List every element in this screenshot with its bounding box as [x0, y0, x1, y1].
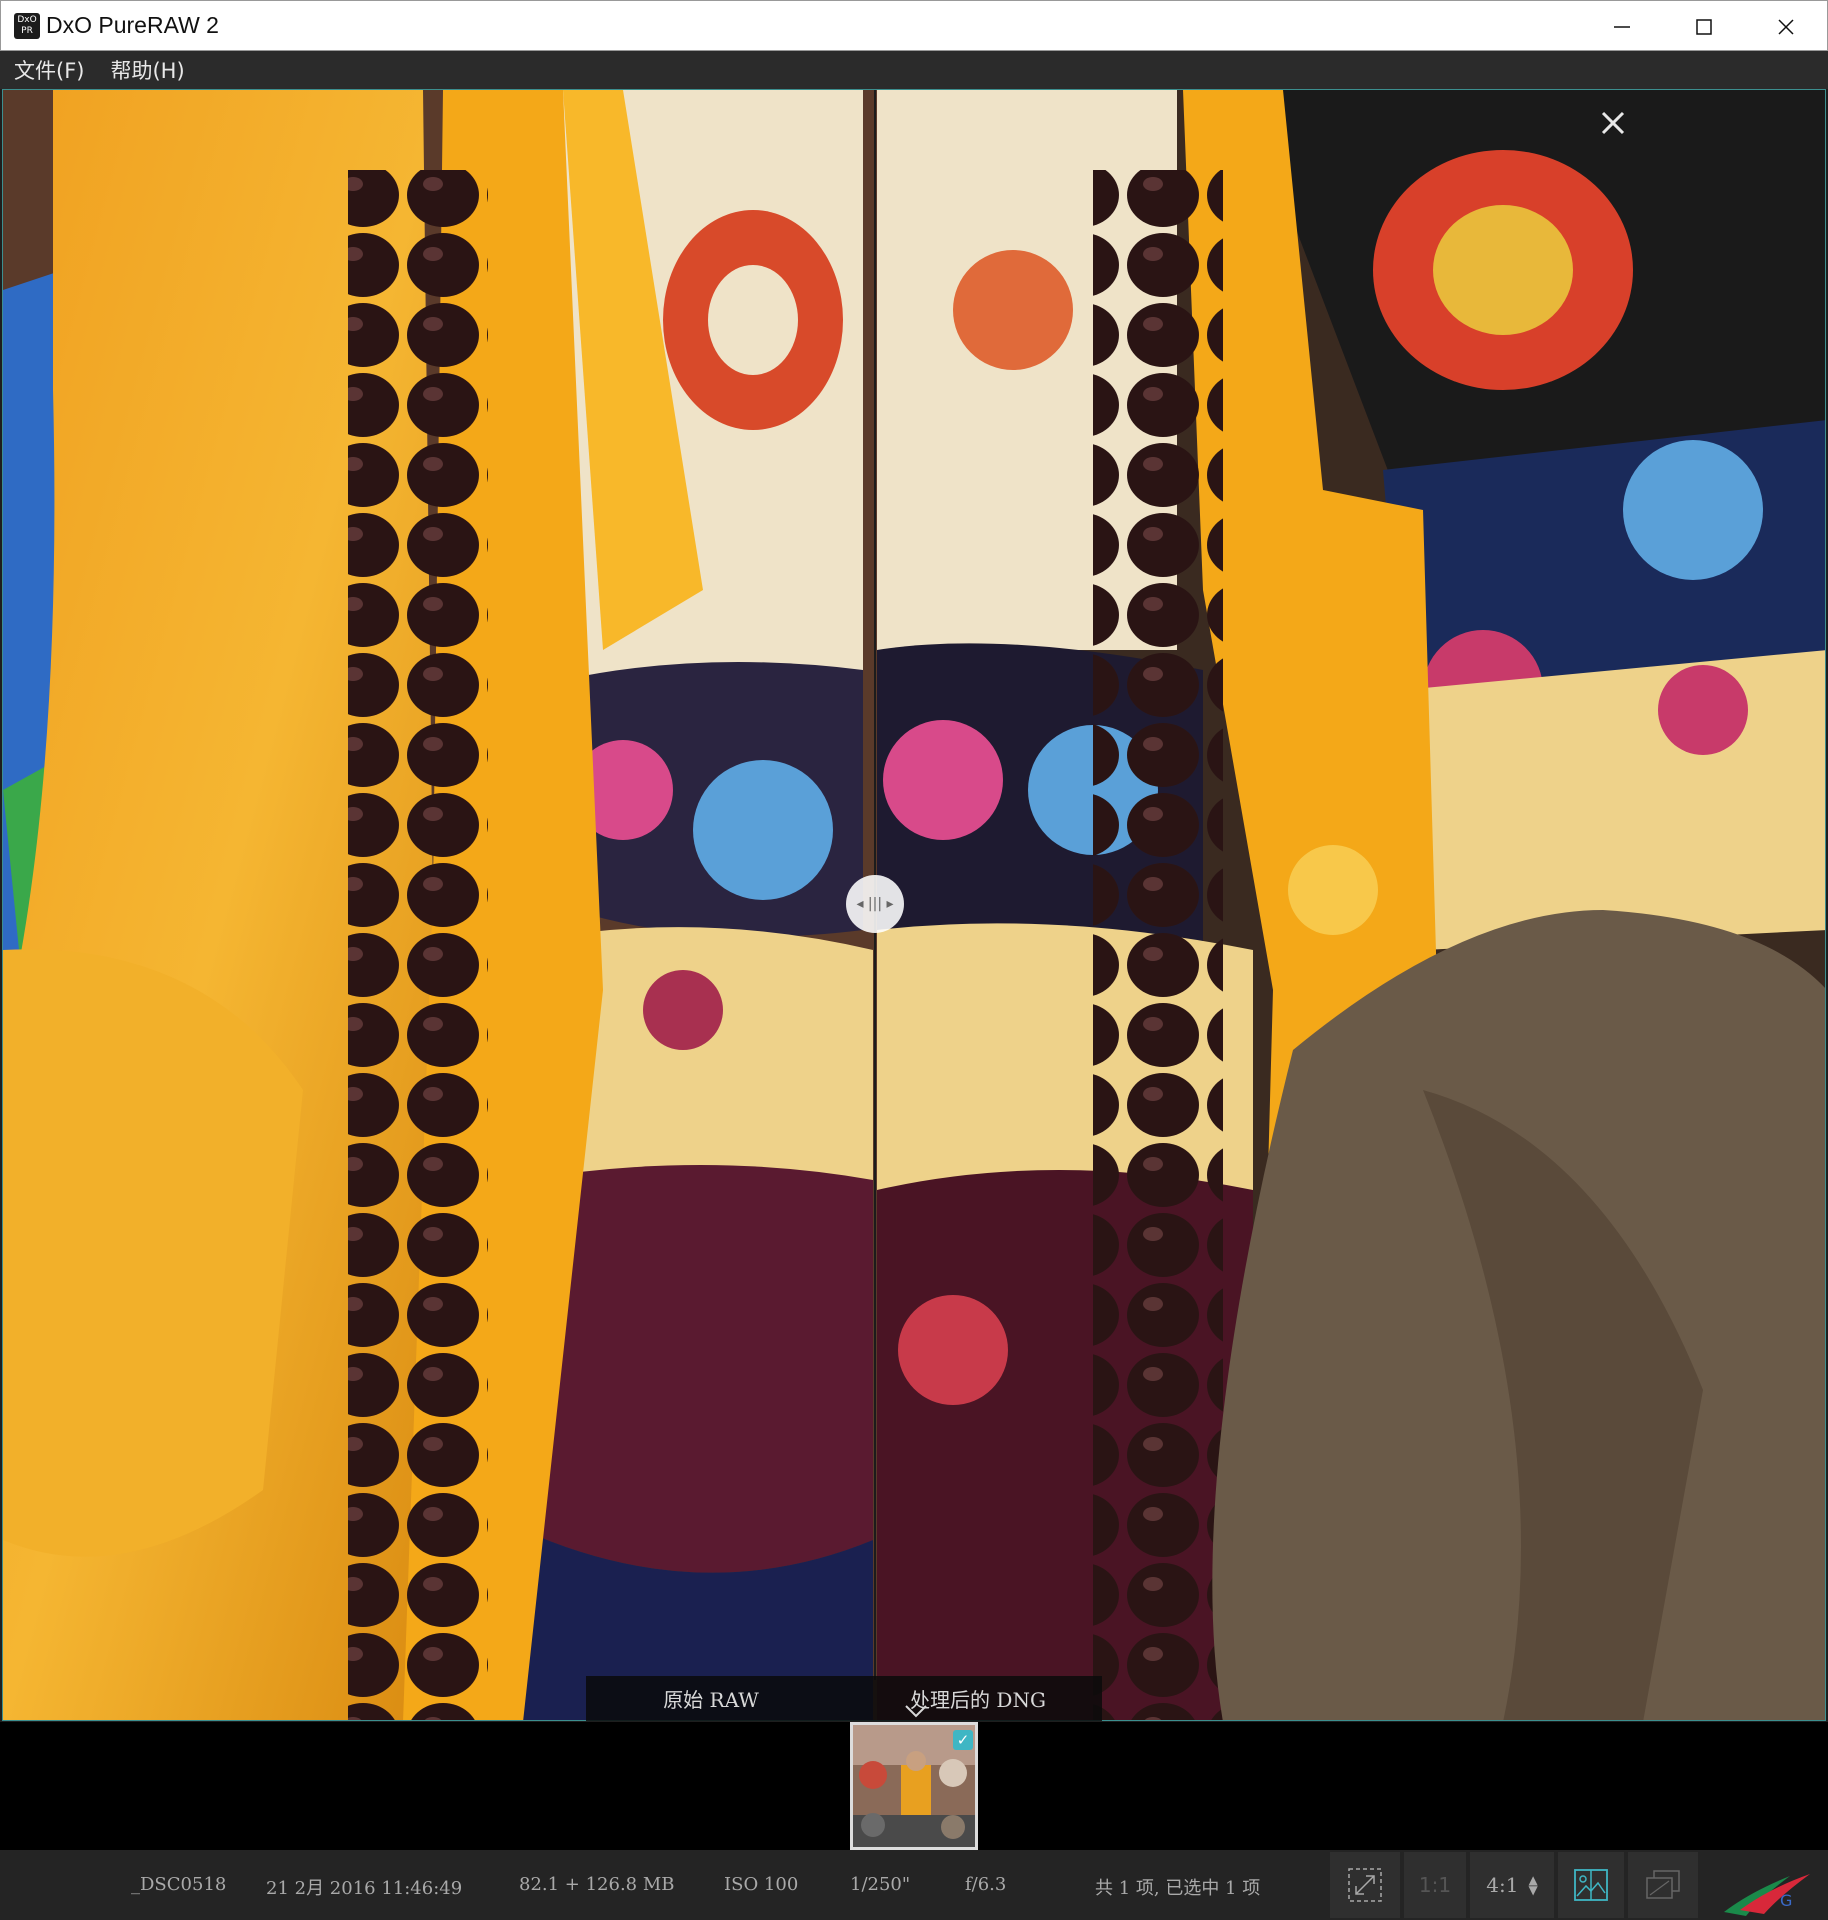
watermark-logo-icon: G — [1724, 1874, 1810, 1916]
capture-datetime: 21 2月 2016 11:46:49 — [266, 1878, 463, 1899]
app-logo-icon: DxO PR — [14, 12, 40, 39]
shutter-speed: 1/250" — [850, 1874, 911, 1895]
zoom-stepper-icon[interactable]: ▲ ▼ — [1528, 1874, 1537, 1896]
minimize-icon — [1614, 25, 1630, 28]
original-raw-label: 原始 RAW — [663, 1688, 759, 1712]
zoom-one-to-one-label: 1:1 — [1418, 1873, 1452, 1897]
fit-to-screen-button[interactable] — [1330, 1852, 1400, 1918]
split-drag-handle-icon[interactable]: ◂ ||| ▸ — [846, 875, 904, 933]
menu-bar: 文件(F) 帮助(H) — [0, 51, 1828, 89]
file-name: _DSC0518 — [131, 1874, 227, 1895]
photo-preview — [3, 90, 1825, 1720]
title-bar: DxO PR DxO PureRAW 2 — [0, 0, 1828, 51]
close-window-button[interactable] — [1745, 1, 1827, 52]
minimize-button[interactable] — [1581, 1, 1663, 52]
side-by-side-compare-button[interactable] — [1558, 1852, 1624, 1918]
maximize-icon — [1696, 18, 1712, 35]
layers-icon — [1646, 1870, 1680, 1899]
svg-text:G: G — [1780, 1891, 1792, 1910]
expand-icon — [1348, 1868, 1382, 1902]
overlay-compare-button[interactable] — [1628, 1852, 1698, 1918]
menu-help[interactable]: 帮助(H) — [98, 55, 196, 85]
viewer-close-icon[interactable] — [1595, 105, 1631, 141]
compare-image-icon — [1574, 1869, 1608, 1901]
window-title: DxO PureRAW 2 — [46, 12, 219, 38]
processed-dng-label: 处理后的 DNG — [910, 1688, 1046, 1712]
file-size: 82.1 + 126.8 MB — [519, 1874, 675, 1895]
aperture-value: f/6.3 — [965, 1874, 1007, 1895]
selected-check-icon[interactable]: ✓ — [953, 1730, 973, 1750]
filmstrip-thumbnail[interactable]: ✓ — [850, 1722, 978, 1850]
menu-file[interactable]: 文件(F) — [2, 55, 96, 85]
zoom-one-to-one-button[interactable]: 1:1 — [1404, 1852, 1466, 1918]
window-controls — [1581, 1, 1827, 52]
compare-label-bar: 原始 RAW 处理后的 DNG — [586, 1676, 1102, 1721]
maximize-button[interactable] — [1663, 1, 1745, 52]
comparison-viewer[interactable] — [2, 89, 1826, 1721]
iso-value: ISO 100 — [724, 1874, 799, 1895]
selection-count: 共 1 项, 已选中 1 项 — [1095, 1878, 1261, 1899]
chevron-down-icon[interactable] — [898, 1700, 934, 1722]
zoom-value: 4:1 — [1486, 1873, 1519, 1897]
zoom-select[interactable]: 4:1 ▲ ▼ — [1470, 1852, 1554, 1918]
close-icon — [1778, 18, 1794, 35]
